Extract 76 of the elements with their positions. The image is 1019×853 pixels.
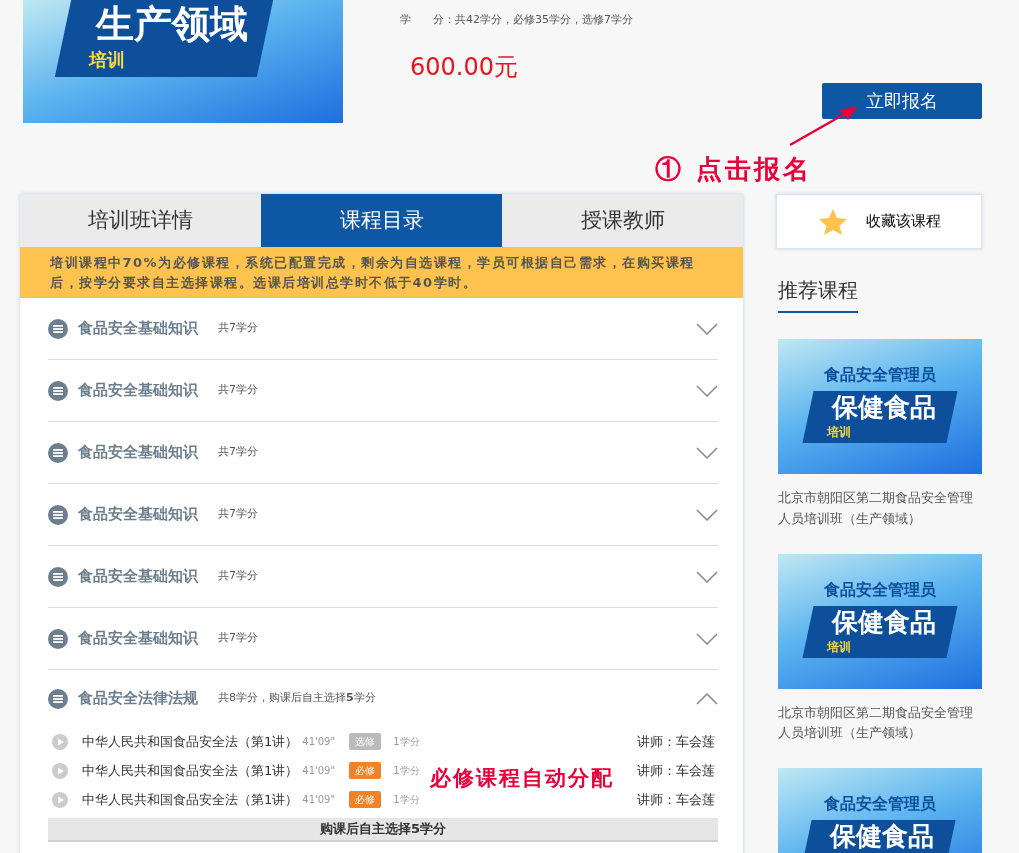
banner-title: 生产领域	[96, 2, 249, 46]
lesson-credit: 1学分	[393, 735, 420, 749]
module-title[interactable]: 食品安全法律法规	[78, 687, 218, 710]
banner-title: 保健食品	[830, 820, 935, 853]
module-title[interactable]: 食品安全基础知识	[78, 627, 218, 650]
notice-text: 培训课程中70%为必修课程，系统已配置完成，剩余为自选课程，学员可根据自己需求，在购买课程后，按学分要求自主选择课程。选课后培训总学时不低于40学时。	[20, 247, 743, 298]
lesson-tag: 必修	[349, 762, 382, 779]
module-credits: 共7学分	[218, 382, 258, 399]
lesson-teacher: 讲师：车会莲	[637, 761, 715, 780]
tab[interactable]: 授课教师	[502, 194, 743, 247]
module-credits: 共8学分，购课后自主选择5学分	[218, 690, 376, 707]
lesson-duration: 41'09"	[302, 793, 337, 807]
lesson-title[interactable]: 中华人民共和国食品安全法（第1讲）	[82, 789, 299, 810]
lesson-tag: 选修	[349, 733, 382, 750]
list-icon	[48, 442, 68, 463]
module-title[interactable]: 食品安全基础知识	[78, 565, 218, 588]
module-title[interactable]: 食品安全基础知识	[78, 379, 218, 402]
list-icon	[48, 318, 68, 339]
course-banner[interactable]: 食品安全管理员 保健食品 培训	[778, 553, 982, 689]
favorite-button[interactable]: 收藏该课程	[776, 194, 982, 249]
list-icon	[48, 566, 68, 587]
selection-note: 购课后自主选择5学分	[48, 818, 718, 842]
module-credits: 共7学分	[218, 568, 258, 585]
chevron-down-icon[interactable]	[696, 384, 718, 397]
list-icon	[48, 504, 68, 525]
banner-subtitle: 食品安全管理员	[823, 793, 937, 816]
section-heading: 推荐课程	[778, 275, 858, 313]
play-icon	[52, 733, 68, 750]
banner-tag: 培训	[826, 637, 931, 656]
lesson-credit: 1学分	[393, 764, 420, 778]
banner-tag: 培训	[826, 423, 931, 441]
credits-text: ：共42学分，必修35学分，选修7学分	[444, 12, 633, 28]
course-banner[interactable]: 食品安全管理员 保健食品	[778, 768, 982, 853]
star-icon	[817, 207, 848, 236]
tab[interactable]: 课程目录	[261, 194, 502, 247]
course-link[interactable]: 北京市朝阳区第二期食品安全管理人员培训班（生产领域）	[778, 488, 982, 530]
chevron-down-icon[interactable]	[696, 322, 718, 335]
module-title[interactable]: 食品安全基础知识	[78, 317, 218, 340]
chevron-down-icon[interactable]	[696, 570, 718, 583]
lesson-teacher: 讲师：车会莲	[637, 790, 715, 809]
lesson-duration: 41'09"	[302, 735, 337, 749]
list-icon	[48, 688, 68, 709]
list-icon	[48, 628, 68, 649]
annotation-text: 必修课程自动分配	[430, 764, 614, 792]
module-credits: 共7学分	[218, 630, 258, 647]
lesson-credit: 1学分	[393, 793, 420, 807]
banner-subtitle: 食品安全管理员	[823, 578, 937, 601]
course-banner[interactable]: 食品安全管理员 保健食品 培训	[778, 339, 982, 474]
lesson-duration: 41'09"	[302, 764, 337, 778]
module-title[interactable]: 食品安全基础知识	[78, 503, 218, 526]
chevron-up-icon[interactable]	[696, 692, 718, 705]
chevron-down-icon[interactable]	[696, 632, 718, 645]
credits-label: 学 分	[400, 12, 444, 28]
banner-title: 保健食品	[832, 605, 937, 638]
price: 600.00元	[410, 51, 519, 83]
lesson-title[interactable]: 中华人民共和国食品安全法（第1讲）	[82, 731, 299, 752]
annotation-text: ① 点击报名	[655, 153, 813, 186]
enroll-button[interactable]: 立即报名	[822, 82, 982, 119]
play-icon	[52, 762, 68, 779]
banner-subtitle: 食品安全管理员	[823, 364, 937, 386]
chevron-down-icon[interactable]	[696, 446, 718, 459]
banner-title: 保健食品	[832, 391, 937, 423]
chevron-down-icon[interactable]	[696, 508, 718, 521]
module-title[interactable]: 食品安全基础知识	[78, 441, 218, 464]
play-icon	[52, 791, 68, 808]
banner-tag: 培训	[88, 46, 241, 73]
list-icon	[48, 380, 68, 401]
module-credits: 共7学分	[218, 444, 258, 461]
lesson-teacher: 讲师：车会莲	[637, 732, 715, 751]
tab[interactable]: 培训班详情	[20, 194, 261, 247]
module-credits: 共7学分	[218, 506, 258, 523]
lesson-title[interactable]: 中华人民共和国食品安全法（第1讲）	[82, 760, 299, 781]
lesson-tag: 必修	[349, 791, 382, 808]
course-link[interactable]: 北京市朝阳区第二期食品安全管理人员培训班（生产领域）	[778, 702, 982, 745]
annotation-arrow	[788, 104, 860, 148]
module-credits: 共7学分	[218, 320, 258, 337]
